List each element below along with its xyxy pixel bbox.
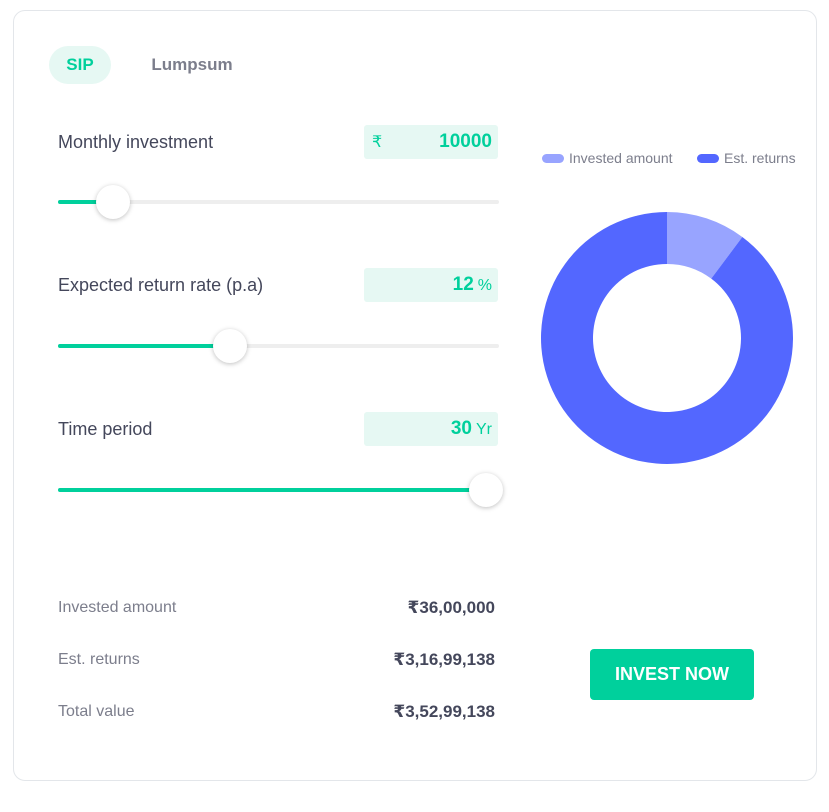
donut-slice-returns — [541, 212, 793, 464]
legend-label-returns: Est. returns — [724, 150, 796, 166]
tab-sip[interactable]: SIP — [49, 46, 111, 84]
total-value-value: ₹3,52,99,138 — [393, 702, 495, 721]
invest-now-button[interactable]: INVEST NOW — [590, 649, 754, 700]
time-period-label: Time period — [58, 419, 153, 439]
est-returns-value: ₹3,16,99,138 — [393, 650, 495, 669]
monthly-investment-value: 10000 — [439, 131, 492, 152]
percent-unit: % — [477, 277, 492, 294]
legend-swatch-invested — [542, 153, 564, 163]
return-rate-label: Expected return rate (p.a) — [58, 275, 264, 295]
years-unit: Yr — [476, 421, 492, 438]
sip-calculator-card: SIP Lumpsum Monthly investment ₹ 10000 E… — [13, 10, 817, 781]
est-returns-label: Est. returns — [58, 651, 140, 668]
time-period-value: 30 — [450, 418, 472, 439]
rupee-prefix: ₹ — [372, 134, 383, 151]
legend-invested: Invested amount — [542, 150, 673, 166]
legend-swatch-returns — [697, 153, 719, 163]
return-rate-value: 12 — [452, 274, 474, 295]
return-rate-slider-fill — [58, 344, 230, 348]
tab-lumpsum[interactable]: Lumpsum — [139, 46, 245, 84]
donut-chart — [541, 212, 793, 464]
invested-amount-label: Invested amount — [58, 599, 177, 616]
return-rate-input[interactable]: 12% — [364, 268, 498, 302]
legend-label-invested: Invested amount — [569, 150, 673, 166]
monthly-investment-input[interactable]: ₹ 10000 — [364, 125, 498, 159]
monthly-investment-slider[interactable] — [58, 185, 499, 219]
time-period-slider-fill — [58, 488, 486, 492]
invested-amount-value: ₹36,00,000 — [407, 598, 495, 617]
time-period-slider[interactable] — [58, 473, 503, 507]
monthly-investment-label: Monthly investment — [58, 132, 214, 152]
total-value-label: Total value — [58, 703, 135, 720]
time-period-input[interactable]: 30 Yr — [364, 412, 498, 446]
time-period-slider-thumb[interactable] — [468, 473, 503, 507]
legend-returns: Est. returns — [697, 150, 796, 166]
monthly-investment-slider-thumb[interactable] — [96, 185, 131, 219]
return-rate-slider[interactable] — [58, 329, 499, 363]
return-rate-slider-thumb[interactable] — [212, 329, 247, 363]
